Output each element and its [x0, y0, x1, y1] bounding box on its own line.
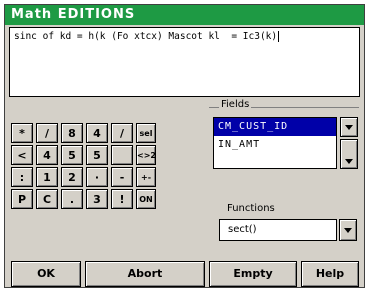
empty-button[interactable]: Empty [209, 261, 297, 287]
key-r1c4[interactable] [111, 145, 133, 165]
formula-editor-dialog: Math EDITIONS sinc of kd = h(k (Fo xtcx)… [4, 4, 365, 288]
chevron-down-icon [345, 125, 353, 130]
key-r1c5[interactable]: <>2 [136, 145, 156, 165]
key-r1c2[interactable]: 5 [61, 145, 83, 165]
fields-list[interactable]: CM_CUST_ID IN_AMT [213, 117, 337, 169]
key-r0c5[interactable]: sel [136, 123, 156, 143]
key-r3c1[interactable]: C [36, 189, 58, 209]
ok-button[interactable]: OK [11, 261, 81, 287]
functions-dropdown-button[interactable] [339, 219, 357, 241]
formula-input[interactable]: sinc of kd = h(k (Fo xtcx) Mascot kl = I… [9, 27, 360, 97]
functions-select[interactable]: sect() [219, 219, 337, 241]
abort-button[interactable]: Abort [85, 261, 205, 287]
key-r3c0[interactable]: P [11, 189, 33, 209]
key-r2c0[interactable]: : [11, 167, 33, 187]
key-r2c4[interactable]: - [111, 167, 133, 187]
key-r3c3[interactable]: 3 [86, 189, 108, 209]
field-item-selected[interactable]: CM_CUST_ID [214, 118, 336, 136]
functions-label: Functions [227, 203, 275, 214]
key-r2c5[interactable]: +-o2 [136, 167, 156, 202]
key-r1c3[interactable]: 5 [86, 145, 108, 165]
formula-text: sinc of kd = h(k (Fo xtcx) Mascot kl = I… [14, 31, 278, 42]
key-r3c4[interactable]: ! [111, 189, 133, 209]
field-item[interactable]: IN_AMT [214, 136, 336, 154]
fields-dropdown-button[interactable] [340, 117, 358, 137]
key-r3c5[interactable]: ON [136, 189, 156, 209]
key-r2c2[interactable]: 2 [61, 167, 83, 187]
window-title: Math EDITIONS [5, 5, 364, 25]
key-r0c1[interactable]: / [36, 123, 58, 143]
key-r3c2[interactable]: . [61, 189, 83, 209]
key-r0c3[interactable]: 4 [86, 123, 108, 143]
fields-label: Fields [219, 99, 252, 110]
chevron-down-icon [345, 159, 353, 164]
key-r2c1[interactable]: 1 [36, 167, 58, 187]
key-r0c0[interactable]: * [11, 123, 33, 143]
fields-scroll-down-button[interactable] [340, 139, 358, 169]
key-r1c0[interactable]: < [11, 145, 33, 165]
key-r2c3[interactable]: · [86, 167, 108, 187]
help-button[interactable]: Help [301, 261, 359, 287]
text-caret [278, 31, 280, 42]
key-r1c1[interactable]: 4 [36, 145, 58, 165]
key-r0c2[interactable]: 8 [61, 123, 83, 143]
key-r0c4[interactable]: / [111, 123, 133, 143]
chevron-down-icon [344, 228, 352, 233]
